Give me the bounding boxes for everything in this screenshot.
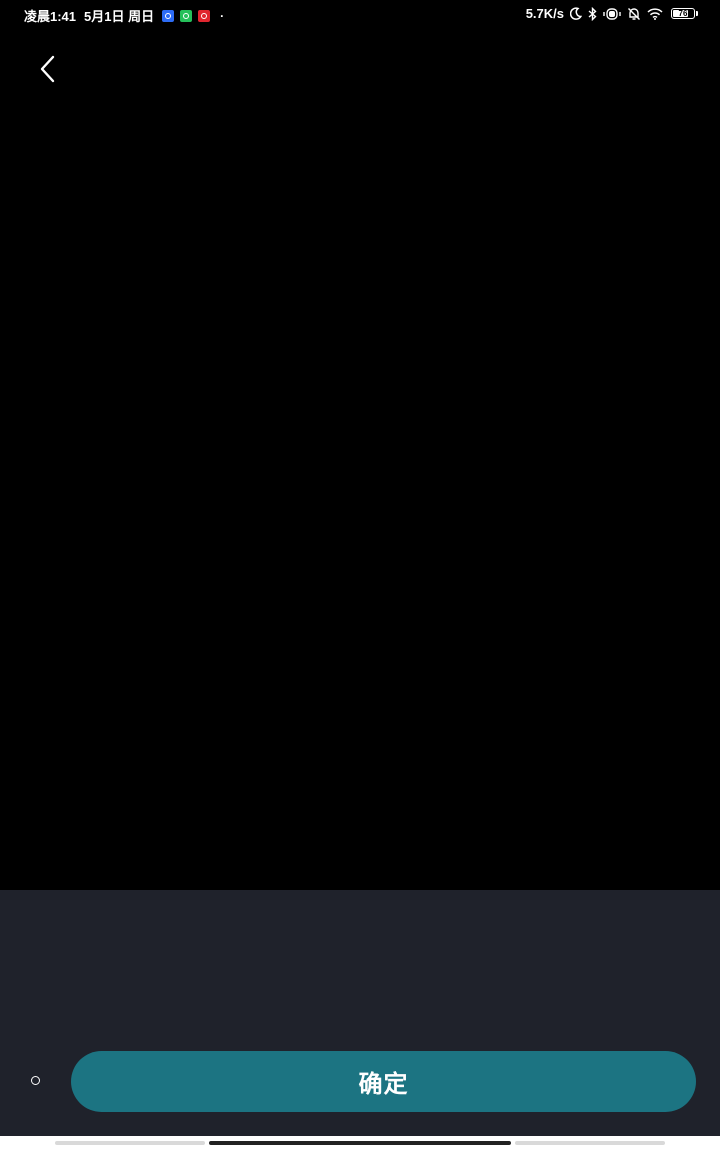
indicator-dot[interactable] [31,1076,40,1085]
preview-area [0,96,720,890]
status-left: 凌晨1:41 5月1日 周日 · [24,6,224,25]
blue-app-icon [162,9,175,22]
back-button[interactable] [30,52,64,86]
status-right: 5.7K/s 76 [526,6,698,21]
status-bar: 凌晨1:41 5月1日 周日 · 5.7K/s 76 [0,0,720,28]
vibrate-icon [603,7,621,20]
chevron-left-icon [40,55,55,83]
bottom-panel: 确定 [0,890,720,1136]
status-time: 凌晨1:41 [24,9,77,24]
mute-bell-icon [627,7,641,21]
battery-icon: 76 [671,8,695,19]
screen: 凌晨1:41 5月1日 周日 · 5.7K/s 76 确定 [0,0,720,1152]
network-speed: 5.7K/s [525,6,564,21]
bluetooth-icon [588,6,597,21]
nav-segment-right [515,1141,665,1145]
status-date: 5月1日 周日 [84,9,155,24]
notification-more-dot: · [220,8,225,23]
wifi-icon [647,7,663,20]
battery-cap [696,11,698,16]
red-app-icon [198,9,211,22]
gesture-nav-bar [0,1136,720,1152]
battery-level: 76 [678,9,688,18]
home-indicator[interactable] [209,1141,511,1145]
confirm-button[interactable]: 确定 [71,1051,696,1112]
wechat-icon [180,9,193,22]
moon-icon [570,7,582,20]
nav-segment-left [55,1141,205,1145]
